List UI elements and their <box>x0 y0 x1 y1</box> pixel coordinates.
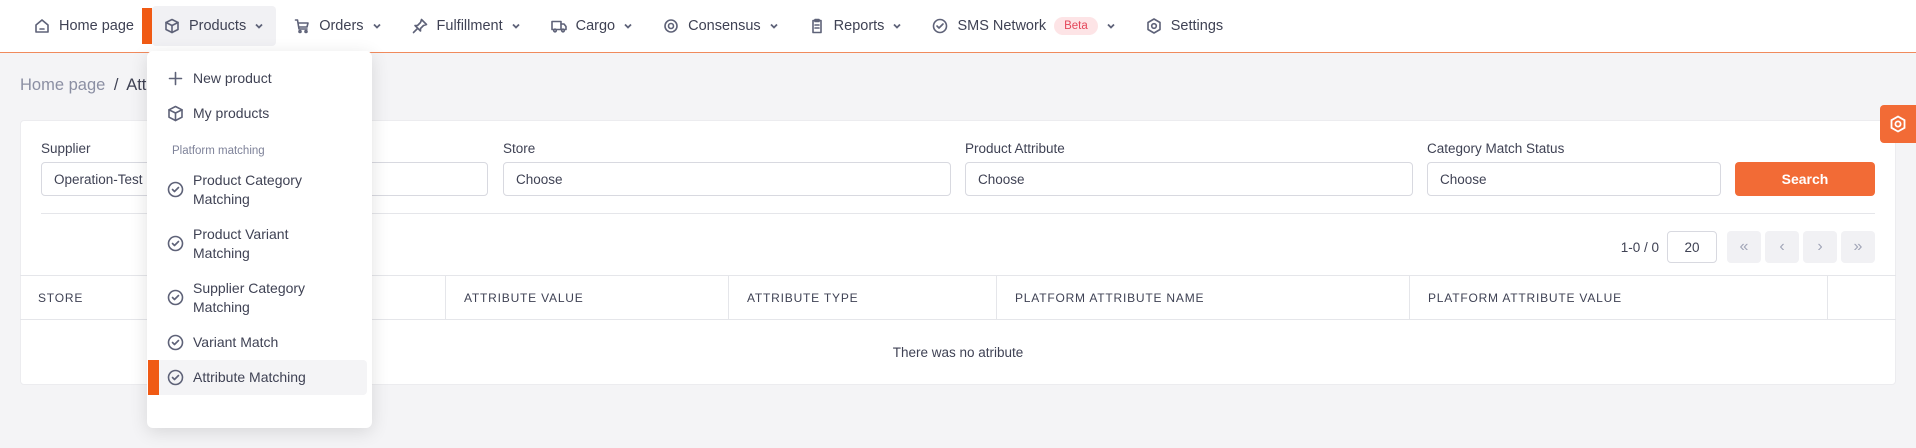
cart-icon <box>294 18 310 34</box>
breadcrumb-separator: / <box>113 76 119 94</box>
check-circle-icon <box>932 18 948 34</box>
nav-sms-network-label: SMS Network <box>957 18 1047 34</box>
menu-item-label: Supplier Category Matching <box>193 279 305 317</box>
target-icon <box>663 18 679 34</box>
chevron-down-icon <box>1106 21 1116 31</box>
product-attribute-label: Product Attribute <box>965 141 1065 156</box>
nav-products[interactable]: Products <box>141 6 277 46</box>
column-platform-attribute-value[interactable]: PLATFORM ATTRIBUTE VALUE <box>1410 276 1828 320</box>
nav-sms-network[interactable]: SMS Network Beta <box>920 6 1127 46</box>
gear-icon <box>1146 18 1162 34</box>
clipboard-icon <box>809 18 825 34</box>
box-icon <box>167 105 184 122</box>
product-attribute-field: Product Attribute Choose <box>965 141 1413 196</box>
chevron-down-icon <box>892 21 902 31</box>
menu-item-label-line-1: Product Variant <box>193 226 289 242</box>
beta-badge: Beta <box>1054 17 1098 35</box>
page-size-input[interactable]: 20 <box>1667 231 1717 263</box>
product-attribute-select[interactable]: Choose <box>965 162 1413 196</box>
search-button[interactable]: Search <box>1735 162 1875 196</box>
menu-item-supplier-category-matching[interactable]: Supplier Category Matching <box>147 271 372 325</box>
menu-item-label: My products <box>193 105 270 121</box>
check-circle-icon <box>167 334 184 351</box>
menu-item-attribute-matching[interactable]: Attribute Matching <box>148 360 367 395</box>
menu-item-product-category-matching[interactable]: Product Category Matching <box>147 163 372 217</box>
nav-settings-label: Settings <box>1170 18 1224 34</box>
menu-item-label-line-1: Product Category <box>193 172 302 188</box>
menu-item-label: Attribute Matching <box>193 369 306 385</box>
active-indicator <box>141 8 152 44</box>
category-match-status-select[interactable]: Choose <box>1427 162 1721 196</box>
nav-products-label: Products <box>188 18 247 34</box>
check-circle-icon <box>167 181 184 198</box>
check-circle-icon <box>167 289 184 306</box>
nav-consensus[interactable]: Consensus <box>651 6 791 46</box>
column-attribute-type[interactable]: ATTRIBUTE TYPE <box>729 276 997 320</box>
check-circle-icon <box>167 235 184 252</box>
top-navigation: Home page Products Orders Fulfillment Ca… <box>0 0 1916 53</box>
prev-page-button[interactable]: ‹ <box>1765 231 1799 263</box>
menu-item-variant-match[interactable]: Variant Match <box>147 325 372 360</box>
nav-home[interactable]: Home page <box>22 6 146 46</box>
store-field: Store Choose <box>503 141 951 196</box>
chevron-down-icon <box>372 21 382 31</box>
truck-icon <box>550 18 567 34</box>
chevron-down-icon <box>623 21 633 31</box>
pin-icon <box>412 18 428 34</box>
column-attribute-value[interactable]: ATTRIBUTE VALUE <box>446 276 729 320</box>
menu-item-my-products[interactable]: My products <box>147 96 372 131</box>
products-dropdown-menu: New product My products Platform matchin… <box>147 51 372 428</box>
nav-fulfillment[interactable]: Fulfillment <box>400 6 533 46</box>
category-match-status-label: Category Match Status <box>1427 141 1565 156</box>
plus-icon <box>167 70 184 87</box>
menu-item-label-line-2: Matching <box>193 191 250 207</box>
nav-orders[interactable]: Orders <box>282 6 393 46</box>
gear-icon <box>1890 115 1906 133</box>
nav-cargo-label: Cargo <box>575 18 616 34</box>
menu-item-label: Product Category Matching <box>193 171 302 209</box>
next-page-button[interactable]: › <box>1803 231 1837 263</box>
home-icon <box>34 18 50 34</box>
menu-item-label: Variant Match <box>193 334 279 350</box>
menu-item-product-variant-matching[interactable]: Product Variant Matching <box>147 217 372 271</box>
active-indicator <box>148 360 159 395</box>
floating-settings-button[interactable] <box>1880 105 1916 143</box>
menu-item-new-product[interactable]: New product <box>147 61 372 96</box>
last-page-button[interactable]: » <box>1841 231 1875 263</box>
menu-section-platform-matching: Platform matching <box>172 145 265 157</box>
menu-item-label: Product Variant Matching <box>193 225 288 263</box>
menu-item-label-line-2: Matching <box>193 245 250 261</box>
nav-settings[interactable]: Settings <box>1134 6 1235 46</box>
nav-home-label: Home page <box>59 18 134 34</box>
store-label: Store <box>503 141 536 156</box>
breadcrumb: Home page / Attr <box>20 76 152 95</box>
menu-item-label-line-2: Matching <box>193 299 250 315</box>
nav-orders-label: Orders <box>319 18 364 34</box>
chevron-down-icon <box>254 21 264 31</box>
store-select[interactable]: Choose <box>503 162 951 196</box>
pagination-info: 1-0 / 0 <box>1620 239 1659 255</box>
category-match-status-field: Category Match Status Choose <box>1427 141 1721 196</box>
chevron-down-icon <box>511 21 521 31</box>
pagination: 1-0 / 0 20 « ‹ › » <box>1621 231 1875 263</box>
nav-fulfillment-label: Fulfillment <box>436 18 503 34</box>
chevron-down-icon <box>769 21 779 31</box>
box-icon <box>164 18 180 34</box>
menu-item-label: New product <box>193 70 272 86</box>
nav-reports-label: Reports <box>833 18 885 34</box>
check-circle-icon <box>167 369 184 386</box>
nav-consensus-label: Consensus <box>688 18 761 34</box>
column-platform-attribute-name[interactable]: PLATFORM ATTRIBUTE NAME <box>997 276 1410 320</box>
nav-cargo[interactable]: Cargo <box>539 6 646 46</box>
breadcrumb-home[interactable]: Home page <box>20 76 105 94</box>
menu-item-label-line-1: Supplier Category <box>193 280 306 296</box>
first-page-button[interactable]: « <box>1727 231 1761 263</box>
nav-reports[interactable]: Reports <box>797 6 915 46</box>
